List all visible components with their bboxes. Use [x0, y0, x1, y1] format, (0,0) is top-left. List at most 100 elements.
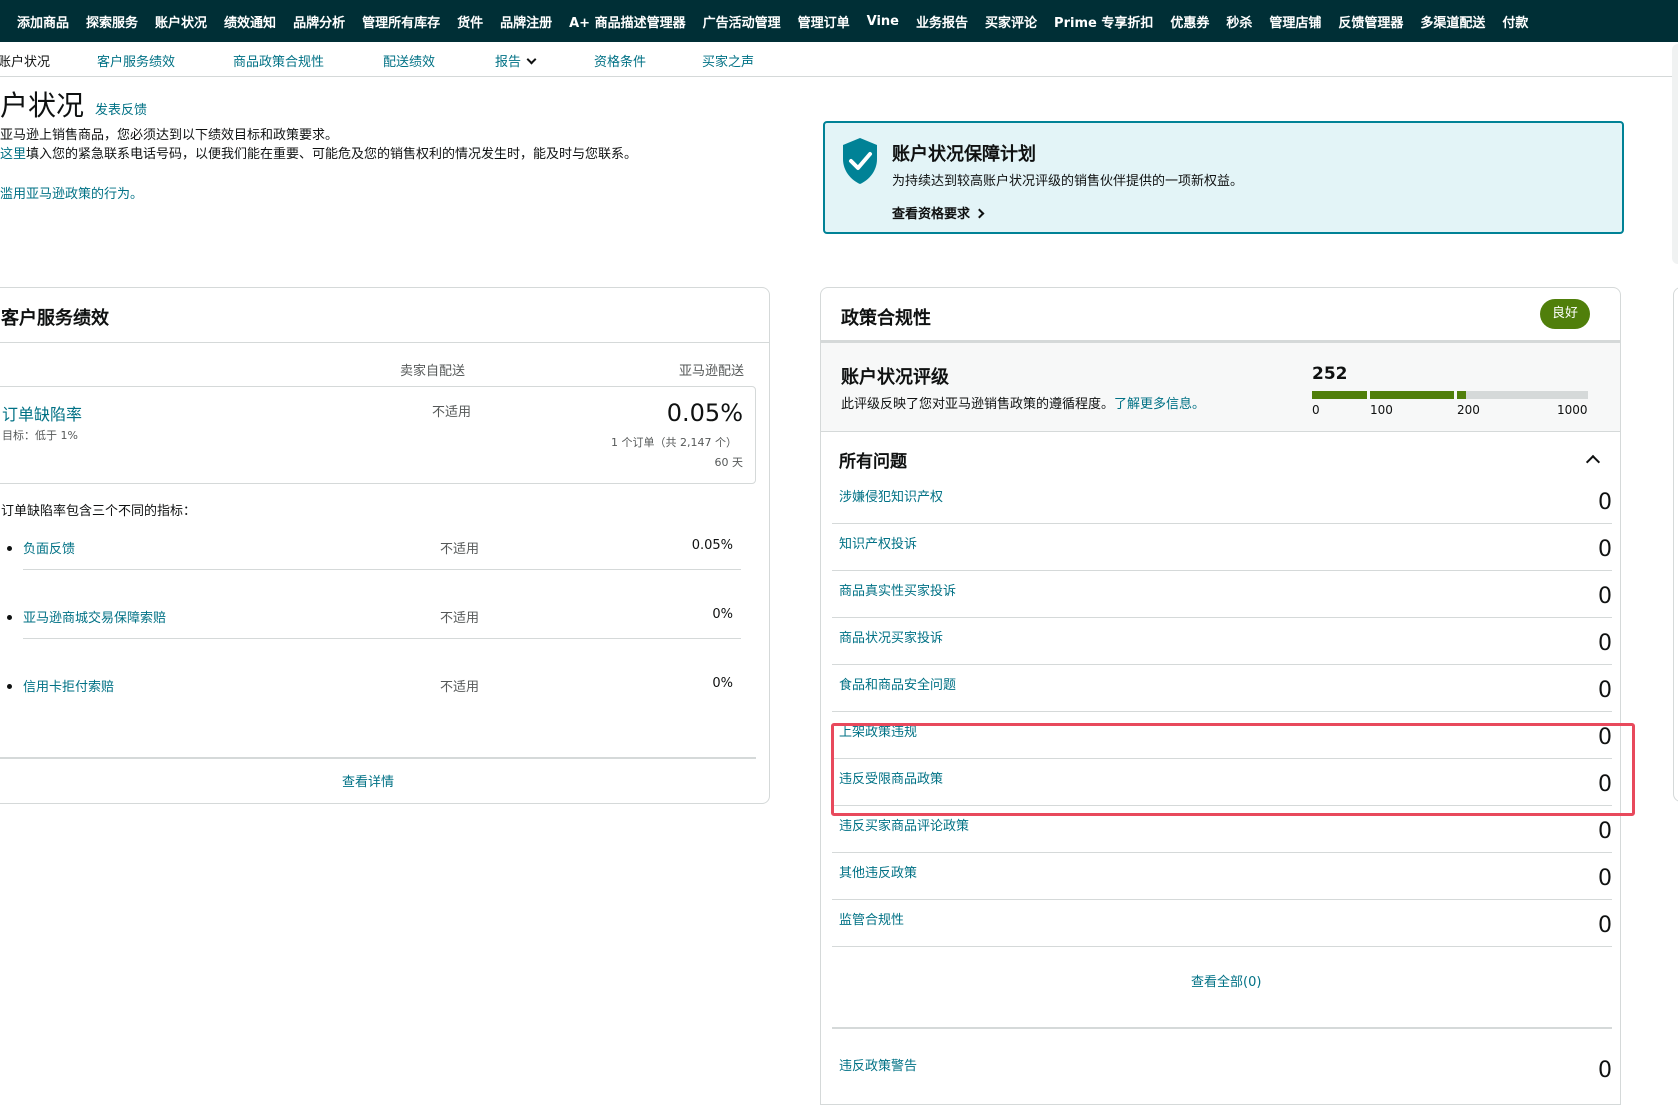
top-navigation: 添加商品 探索服务 账户状况 绩效通知 品牌分析 管理所有库存 货件 品牌注册 … [0, 0, 1678, 42]
banner-description: 为持续达到较高账户状况评级的销售伙伴提供的一项新权益。 [892, 174, 1244, 189]
scale-label: 100 [1370, 403, 1393, 417]
chevron-down-icon [526, 54, 537, 65]
nav-vine[interactable]: Vine [867, 14, 899, 29]
metric-row: 负面反馈 不适用 0.05% [0, 538, 751, 606]
tab-voice-of-buyer[interactable]: 买家之声 [702, 51, 754, 70]
card-title: 客户服务绩效 [1, 308, 109, 329]
rating-bar-segment-high [1457, 391, 1588, 399]
card-title: 政策合规性 [841, 308, 931, 329]
nav-coupons[interactable]: 优惠券 [1170, 12, 1209, 31]
issue-count: 0 [1598, 631, 1612, 656]
rating-bar [1312, 391, 1588, 399]
metric-chargeback-link[interactable]: 信用卡拒付索赔 [23, 676, 114, 695]
policy-warnings-link[interactable]: 违反政策警告 [839, 1055, 917, 1074]
issue-review-policy-link[interactable]: 违反买家商品评论政策 [839, 815, 969, 834]
odr-link[interactable]: 订单缺陷率 [2, 401, 82, 425]
divider [832, 1027, 1612, 1029]
metric-amazon-value: 0% [712, 607, 733, 622]
protection-plan-banner: 账户状况保障计划 为持续达到较高账户状况评级的销售伙伴提供的一项新权益。 查看资… [823, 121, 1624, 234]
issue-row: 违反买家商品评论政策 0 [832, 806, 1612, 853]
nav-brand-registry[interactable]: 品牌注册 [500, 12, 552, 31]
metric-seller-value: 不适用 [440, 542, 480, 557]
scrollbar-track[interactable] [1672, 44, 1678, 264]
issue-condition-link[interactable]: 商品状况买家投诉 [839, 627, 943, 646]
all-issues-title: 所有问题 [839, 452, 907, 472]
nav-manage-stores[interactable]: 管理店铺 [1269, 12, 1321, 31]
nav-manage-inventory[interactable]: 管理所有库存 [362, 12, 440, 31]
issue-ip-infringement-link[interactable]: 涉嫌侵犯知识产权 [839, 486, 943, 505]
issue-count: 0 [1598, 537, 1612, 562]
nav-feedback-manager[interactable]: 反馈管理器 [1338, 12, 1403, 31]
issue-count: 0 [1598, 678, 1612, 703]
rating-bar-segment-low [1312, 391, 1367, 399]
issue-food-safety-link[interactable]: 食品和商品安全问题 [839, 674, 956, 693]
learn-more-link[interactable]: 了解更多信息。 [1114, 397, 1205, 412]
issue-other-violations-link[interactable]: 其他违反政策 [839, 862, 917, 881]
feedback-link[interactable]: 发表反馈 [95, 99, 147, 118]
issue-row: 违反政策警告 0 [832, 1033, 1612, 1093]
nav-add-products[interactable]: 添加商品 [17, 12, 69, 31]
odr-period: 60 天 [714, 456, 744, 469]
metric-negative-feedback-link[interactable]: 负面反馈 [23, 538, 75, 557]
odr-order-count: 1 个订单（共 2,147 个） [611, 436, 737, 449]
issue-row: 上架政策违规 0 [832, 712, 1612, 759]
metric-atoz-claims-link[interactable]: 亚马逊商城交易保障索赔 [23, 607, 166, 626]
view-all-link[interactable]: 查看全部(0) [1191, 971, 1261, 990]
divider [23, 569, 741, 570]
card-header: 客户服务绩效 [0, 288, 769, 343]
nav-account-health[interactable]: 账户状况 [155, 12, 207, 31]
collapse-chevron-up-icon[interactable] [1585, 454, 1601, 470]
nav-manage-orders[interactable]: 管理订单 [798, 12, 850, 31]
issue-ip-complaints-link[interactable]: 知识产权投诉 [839, 533, 917, 552]
nav-prime-discounts[interactable]: Prime 专享折扣 [1054, 12, 1153, 31]
nav-brand-analytics[interactable]: 品牌分析 [293, 12, 345, 31]
tab-account-health[interactable]: 账户状况 [0, 51, 50, 70]
odr-seller-value: 不适用 [432, 405, 472, 420]
view-eligibility-label: 查看资格要求 [892, 207, 971, 222]
nav-business-reports[interactable]: 业务报告 [916, 12, 968, 31]
nav-performance-notifications[interactable]: 绩效通知 [224, 12, 276, 31]
view-eligibility-link[interactable]: 查看资格要求 [892, 203, 985, 222]
issue-listing-policy-link[interactable]: 上架政策违规 [839, 721, 917, 740]
offscreen-card-edge [1673, 287, 1678, 802]
nav-deals[interactable]: 秒杀 [1226, 12, 1252, 31]
policy-abuse-link[interactable]: 滥用亚马逊政策的行为。 [0, 183, 143, 202]
tab-policy-compliance[interactable]: 商品政策合规性 [233, 51, 324, 70]
nav-multichannel[interactable]: 多渠道配送 [1420, 12, 1485, 31]
issue-count: 0 [1598, 913, 1612, 938]
status-badge: 良好 [1539, 299, 1590, 329]
issue-row: 食品和商品安全问题 0 [832, 665, 1612, 712]
issue-row: 监管合规性 0 [832, 900, 1612, 947]
rating-title: 账户状况评级 [841, 367, 949, 388]
tab-customer-service[interactable]: 客户服务绩效 [97, 51, 175, 70]
metric-row: 信用卡拒付索赔 不适用 0% [0, 676, 751, 744]
tab-eligibility[interactable]: 资格条件 [594, 51, 646, 70]
nav-customer-reviews[interactable]: 买家评论 [985, 12, 1037, 31]
intro-text: 亚马逊上销售商品，您必须达到以下绩效目标和政策要求。 [0, 128, 339, 143]
here-link[interactable]: 这里 [0, 147, 26, 162]
shield-check-icon [843, 138, 877, 184]
nav-explore-services[interactable]: 探索服务 [86, 12, 138, 31]
issue-regulatory-link[interactable]: 监管合规性 [839, 909, 904, 928]
issue-count: 0 [1598, 584, 1612, 609]
issue-count: 0 [1598, 490, 1612, 515]
issue-authenticity-link[interactable]: 商品真实性买家投诉 [839, 580, 956, 599]
rating-desc-text: 此评级反映了您对亚马逊销售政策的遵循程度。 [841, 397, 1115, 412]
issue-restricted-products-link[interactable]: 违反受限商品政策 [839, 768, 943, 787]
tab-shipping-performance[interactable]: 配送绩效 [383, 51, 435, 70]
nav-payments[interactable]: 付款 [1502, 12, 1528, 31]
bullet-icon [7, 546, 12, 551]
issue-row: 其他违反政策 0 [832, 853, 1612, 900]
view-details-link[interactable]: 查看详情 [342, 771, 394, 790]
nav-shipments[interactable]: 货件 [457, 12, 483, 31]
divider [0, 757, 756, 759]
tab-reports[interactable]: 报告 [495, 51, 537, 70]
sub-navigation: 账户状况 客户服务绩效 商品政策合规性 配送绩效 报告 资格条件 买家之声 [0, 42, 1678, 77]
odr-amazon-value: 0.05% [666, 399, 743, 427]
metric-amazon-value: 0% [712, 676, 733, 691]
odr-panel: 订单缺陷率 目标：低于 1% 不适用 0.05% 1 个订单（共 2,147 个… [0, 386, 756, 484]
nav-campaign-manager[interactable]: 广告活动管理 [703, 12, 781, 31]
nav-aplus-manager[interactable]: A+ 商品描述管理器 [569, 12, 685, 31]
col-amazon-fulfilled: 亚马逊配送 [679, 364, 745, 379]
intro-contact-text: 这里填入您的紧急联系电话号码，以便我们能在重要、可能危及您的销售权利的情况发生时… [0, 143, 637, 162]
